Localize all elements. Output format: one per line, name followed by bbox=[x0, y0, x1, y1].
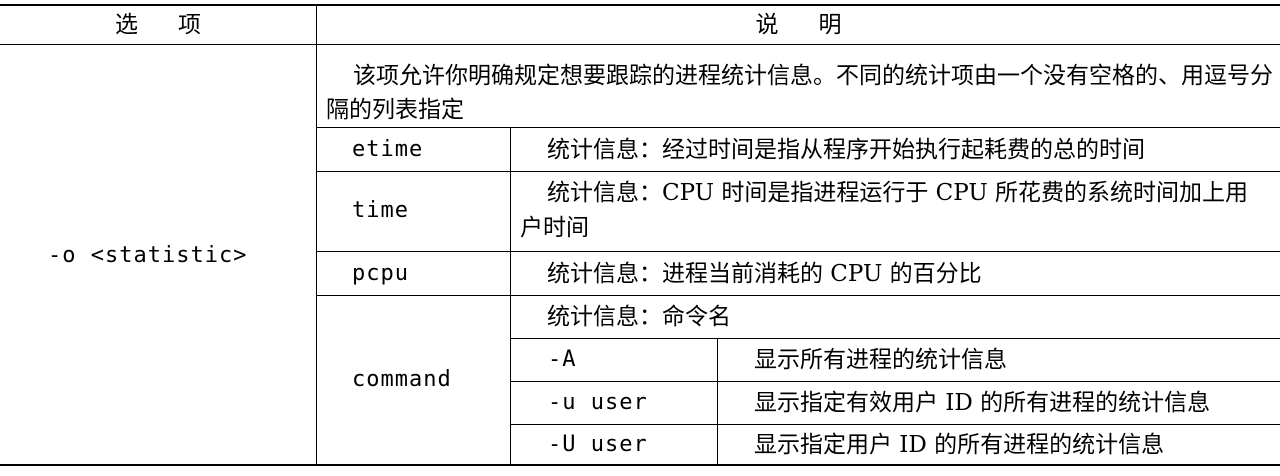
sub-option-description: 显示指定有效用户 ID 的所有进程的统计信息 bbox=[754, 390, 1211, 416]
table-bottom-rule bbox=[0, 464, 1280, 466]
sub-option-flag: -A bbox=[548, 347, 577, 372]
stat-description: 统计信息：命令名 bbox=[547, 304, 731, 330]
options-table: 选项 说明 -o <statistic> 该项允许你明确规定想要跟踪的进程统计信… bbox=[0, 0, 1280, 476]
header-option: 选项 bbox=[115, 12, 201, 38]
column-rule bbox=[316, 4, 317, 466]
stat-description: 统计信息：CPU 时间是指进程运行于 CPU 所花费的系统时间加上用户时间 bbox=[520, 180, 1249, 241]
row-rule bbox=[510, 381, 1280, 382]
row-rule bbox=[316, 295, 1280, 296]
row-rule bbox=[316, 171, 1280, 172]
row-rule bbox=[510, 424, 1280, 425]
row-rule bbox=[316, 251, 1280, 252]
stat-name: pcpu bbox=[352, 261, 409, 286]
header-description: 说明 bbox=[755, 12, 842, 38]
table-top-rule bbox=[0, 4, 1280, 6]
sub-option-flag: -U user bbox=[548, 432, 648, 457]
stat-name: etime bbox=[352, 137, 424, 162]
option-name: -o <statistic> bbox=[48, 243, 248, 268]
stat-description: 统计信息：进程当前消耗的 CPU 的百分比 bbox=[547, 261, 982, 287]
stat-description: 统计信息：经过时间是指从程序开始执行起耗费的总的时间 bbox=[547, 137, 1145, 163]
column-rule bbox=[510, 127, 511, 466]
header-rule bbox=[0, 44, 1280, 45]
sub-option-flag: -u user bbox=[548, 390, 648, 415]
sub-option-description: 显示指定用户 ID 的所有进程的统计信息 bbox=[754, 432, 1165, 458]
stat-name: command bbox=[352, 367, 452, 392]
stat-name: time bbox=[352, 198, 409, 223]
column-rule bbox=[717, 338, 718, 466]
row-rule bbox=[316, 127, 1280, 128]
sub-option-description: 显示所有进程的统计信息 bbox=[754, 347, 1007, 373]
row-rule bbox=[510, 338, 1280, 339]
option-intro: 该项允许你明确规定想要跟踪的进程统计信息。不同的统计项由一个没有空格的、用逗号分… bbox=[326, 63, 1273, 123]
